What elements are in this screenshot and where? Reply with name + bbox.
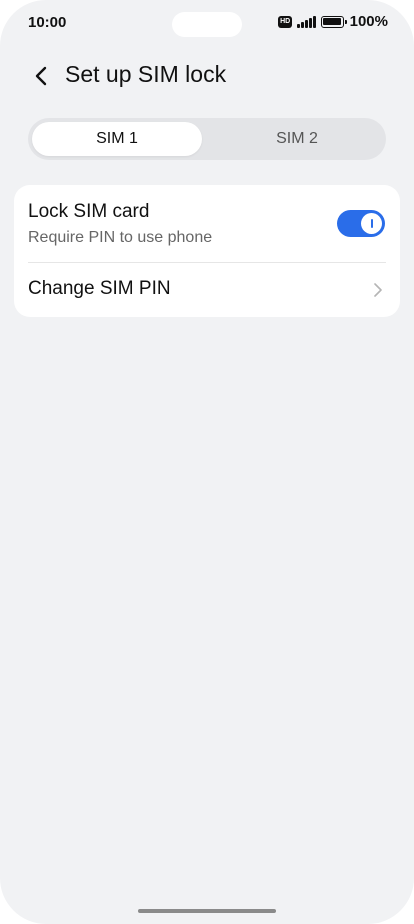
phone-screen: 10:00 HD 100% Set up SIM lock SIM 1 SIM …: [0, 0, 414, 924]
battery-icon: [320, 15, 347, 28]
status-time: 10:00: [28, 14, 67, 31]
change-sim-pin-title: Change SIM PIN: [28, 278, 171, 299]
battery-percent: 100%: [349, 13, 388, 30]
settings-card: Lock SIM card Require PIN to use phone C…: [14, 185, 400, 317]
header: Set up SIM lock: [0, 56, 414, 96]
signal-icon: [297, 15, 316, 28]
lock-sim-card-row[interactable]: Lock SIM card Require PIN to use phone: [14, 185, 400, 262]
toggle-knob: [361, 213, 382, 234]
status-bar: 10:00 HD 100%: [0, 0, 414, 50]
chevron-right-icon: [374, 283, 382, 297]
sim-selector: SIM 1 SIM 2: [28, 118, 386, 160]
page-title: Set up SIM lock: [65, 61, 227, 87]
lock-sim-card-title: Lock SIM card: [28, 201, 150, 222]
change-sim-pin-row[interactable]: Change SIM PIN: [14, 263, 400, 317]
chevron-left-icon: [35, 66, 47, 86]
camera-island: [172, 12, 242, 37]
tab-sim-1[interactable]: SIM 1: [32, 122, 202, 156]
status-icons: HD 100%: [278, 13, 388, 30]
home-indicator[interactable]: [138, 909, 276, 913]
back-button[interactable]: [28, 62, 56, 90]
tab-sim-2[interactable]: SIM 2: [212, 122, 382, 156]
hd-icon: HD: [278, 15, 293, 28]
lock-sim-toggle[interactable]: [337, 210, 385, 237]
lock-sim-card-subtitle: Require PIN to use phone: [28, 229, 213, 246]
